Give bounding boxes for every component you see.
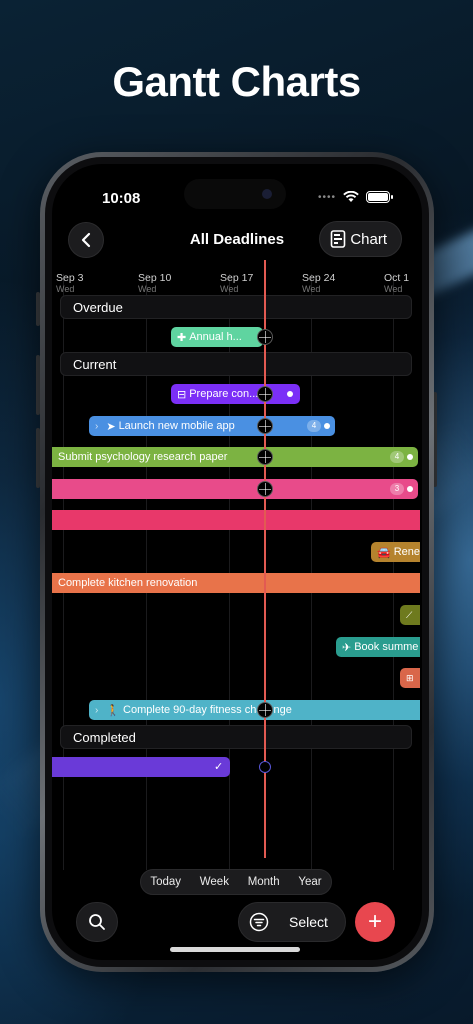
select-label: Select xyxy=(289,914,328,930)
task-label: Complete kitchen renovation xyxy=(58,577,198,589)
task-bar-completed[interactable]: ✓ xyxy=(52,757,230,777)
status-icons: •••• xyxy=(317,191,393,203)
task-bar-pink[interactable]: 3 xyxy=(52,479,418,499)
task-label: Annual h... xyxy=(189,331,242,343)
today-marker xyxy=(257,702,273,718)
status-dot xyxy=(407,486,413,492)
task-bar-launch-app[interactable]: › ➤ Launch new mobile app 4 xyxy=(89,416,335,436)
task-bar-renew[interactable]: 🚘 Rene xyxy=(371,542,420,562)
add-task-button[interactable]: + xyxy=(355,902,395,942)
task-label: Book summe xyxy=(354,641,419,653)
timescale-month[interactable]: Month xyxy=(246,876,282,888)
subtask-count-badge: 4 xyxy=(390,451,404,463)
date-day: Wed xyxy=(220,284,239,294)
chart-document-icon xyxy=(331,230,346,248)
date-column: Sep 17 Wed xyxy=(220,272,253,294)
phone-frame: 10:08 •••• All Deadlines Chart Sep 3 Wed… xyxy=(40,152,434,972)
subtask-count-badge: 4 xyxy=(307,420,321,432)
task-bar-book-summer[interactable]: ✈ Book summe xyxy=(336,637,420,657)
task-bar-psychology[interactable]: Submit psychology research paper 4 xyxy=(52,447,418,467)
date-column: Sep 10 Wed xyxy=(138,272,171,294)
date-label: Sep 10 xyxy=(138,272,172,284)
chevron-right-icon[interactable]: › xyxy=(95,705,98,716)
dynamic-island xyxy=(184,179,286,209)
date-day: Wed xyxy=(138,284,157,294)
today-marker xyxy=(257,386,273,402)
chevron-right-icon[interactable]: › xyxy=(95,421,98,432)
car-icon: 🚘 xyxy=(377,546,391,559)
task-bar-gift[interactable]: ⊞ xyxy=(400,668,420,688)
today-marker xyxy=(257,418,273,434)
date-day: Wed xyxy=(56,284,75,294)
completed-marker xyxy=(259,761,271,773)
date-column: Sep 24 Wed xyxy=(302,272,335,294)
date-day: Wed xyxy=(302,284,321,294)
task-label: Launch new mobile app xyxy=(118,420,235,432)
wifi-icon xyxy=(343,191,359,202)
battery-icon xyxy=(366,191,393,203)
date-column: Oct 1 Wed xyxy=(384,272,409,294)
status-dot xyxy=(407,454,413,460)
task-bar-fitness[interactable]: › 🚶 Complete 90-day fitness challenge xyxy=(89,700,420,720)
today-marker xyxy=(257,329,273,345)
chart-button-label: Chart xyxy=(350,230,387,248)
timescale-today[interactable]: Today xyxy=(148,876,183,888)
medical-cross-icon: ✚ xyxy=(177,331,187,344)
task-label: Rene xyxy=(393,546,420,558)
presentation-icon: ⊟ xyxy=(177,388,187,401)
filter-icon xyxy=(249,912,269,932)
today-marker xyxy=(257,481,273,497)
checkmark-icon: ✓ xyxy=(214,761,224,773)
date-axis: Sep 3 Wed Sep 10 Wed Sep 17 Wed Sep 24 W… xyxy=(52,272,422,294)
home-indicator xyxy=(170,947,300,952)
timescale-year[interactable]: Year xyxy=(296,876,323,888)
section-header-overdue[interactable]: Overdue xyxy=(60,295,412,319)
airplane-icon: ✈ xyxy=(342,641,352,654)
timescale-selector: Today Week Month Year xyxy=(140,869,332,895)
signal-icon: •••• xyxy=(317,191,336,203)
gift-icon: ⊞ xyxy=(406,672,414,683)
task-bar-red[interactable] xyxy=(52,510,420,530)
subtask-count-badge: 3 xyxy=(390,483,404,495)
app-screen: 10:08 •••• All Deadlines Chart Sep 3 Wed… xyxy=(52,164,422,960)
search-button[interactable] xyxy=(76,902,118,942)
date-day: Wed xyxy=(384,284,403,294)
date-label: Sep 24 xyxy=(302,272,336,284)
search-icon xyxy=(89,914,105,930)
date-column: Sep 3 Wed xyxy=(56,272,83,294)
date-label: Sep 17 xyxy=(220,272,254,284)
section-header-current[interactable]: Current xyxy=(60,352,412,376)
status-time: 10:08 xyxy=(102,190,141,207)
walking-icon: 🚶 xyxy=(106,704,121,717)
select-button[interactable]: Select xyxy=(238,902,346,942)
task-bar-olive[interactable]: ⟋ xyxy=(400,605,420,625)
chart-icon: ⟋ xyxy=(406,609,413,620)
task-label: Submit psychology research paper xyxy=(58,451,228,463)
task-bar-kitchen[interactable]: Complete kitchen renovation xyxy=(52,573,420,593)
chart-button[interactable]: Chart xyxy=(319,221,402,257)
date-label: Sep 3 xyxy=(56,272,84,284)
timescale-week[interactable]: Week xyxy=(198,876,231,888)
task-label: Prepare con... xyxy=(189,388,259,400)
headline: Gantt Charts xyxy=(112,58,361,105)
task-bar-prepare[interactable]: ⊟ Prepare con... xyxy=(171,384,300,404)
status-dot xyxy=(324,423,330,429)
date-label: Oct 1 xyxy=(384,272,410,284)
today-marker xyxy=(257,449,273,465)
status-dot xyxy=(287,391,293,397)
task-bar-annual[interactable]: ✚ Annual h... xyxy=(171,327,263,347)
paper-plane-icon: ➤ xyxy=(106,420,116,433)
section-header-completed[interactable]: Completed xyxy=(60,725,412,749)
